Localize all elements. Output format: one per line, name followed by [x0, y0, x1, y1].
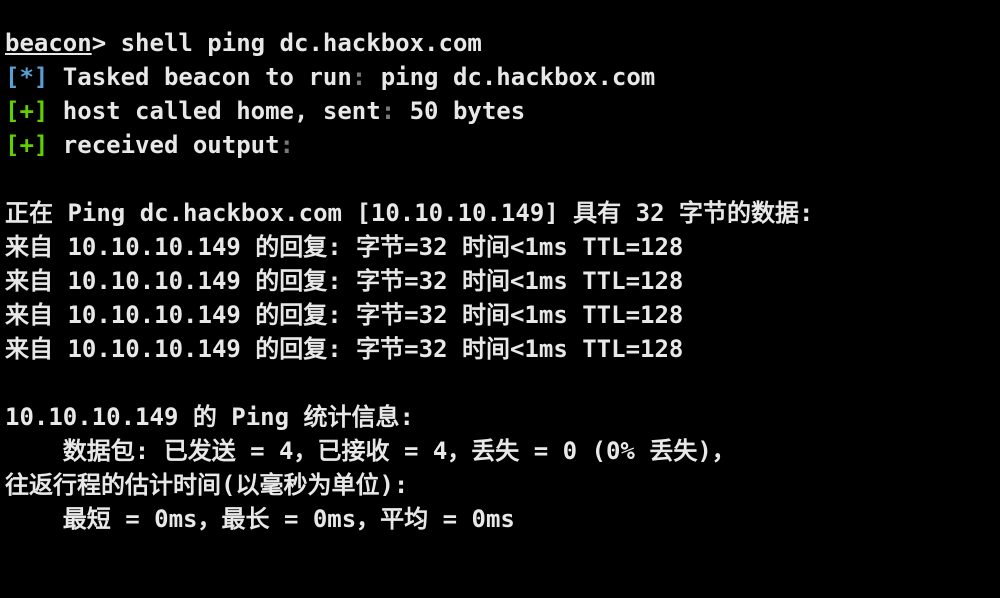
rtt-header-line: 往返行程的估计时间(以毫秒为单位): [5, 471, 409, 499]
received-sep: : [279, 131, 294, 159]
prompt-symbol: > [91, 29, 121, 57]
ping-start-line: 正在 Ping dc.hackbox.com [10.10.10.149] 具有… [5, 199, 814, 227]
ping-reply-line: 来自 10.10.10.149 的回复: 字节=32 时间<1ms TTL=12… [5, 301, 684, 329]
called-home-line: [+] host called home, sent: 50 bytes [5, 94, 995, 128]
tasked-label: Tasked beacon to run [48, 63, 352, 91]
received-label: received output [48, 131, 280, 159]
called-home-value: 50 bytes [395, 97, 526, 125]
called-home-label: host called home, sent [48, 97, 381, 125]
prompt-user: beacon [5, 29, 92, 57]
command-line: beacon> shell ping dc.hackbox.com [5, 26, 995, 60]
tasked-value: ping dc.hackbox.com [366, 63, 656, 91]
success-marker: [+] [5, 97, 49, 125]
ping-reply-line: 来自 10.10.10.149 的回复: 字节=32 时间<1ms TTL=12… [5, 335, 684, 363]
tasked-line: [*] Tasked beacon to run: ping dc.hackbo… [5, 60, 995, 94]
success-marker: [+] [5, 131, 49, 159]
received-line: [+] received output: [5, 128, 995, 162]
command-text: shell ping dc.hackbox.com [120, 29, 482, 57]
ping-reply-line: 来自 10.10.10.149 的回复: 字节=32 时间<1ms TTL=12… [5, 267, 684, 295]
tasked-sep: : [351, 63, 367, 91]
info-marker: [*] [5, 63, 49, 91]
called-home-sep: : [380, 97, 396, 125]
terminal-output[interactable]: beacon> shell ping dc.hackbox.com [*] Ta… [5, 26, 995, 591]
stats-header-line: 10.10.10.149 的 Ping 统计信息: [5, 403, 414, 431]
packets-line: 数据包: 已发送 = 4，已接收 = 4，丢失 = 0 (0% 丢失)， [5, 437, 736, 465]
ping-reply-line: 来自 10.10.10.149 的回复: 字节=32 时间<1ms TTL=12… [5, 233, 684, 261]
rtt-values-line: 最短 = 0ms，最长 = 0ms，平均 = 0ms [5, 505, 515, 533]
